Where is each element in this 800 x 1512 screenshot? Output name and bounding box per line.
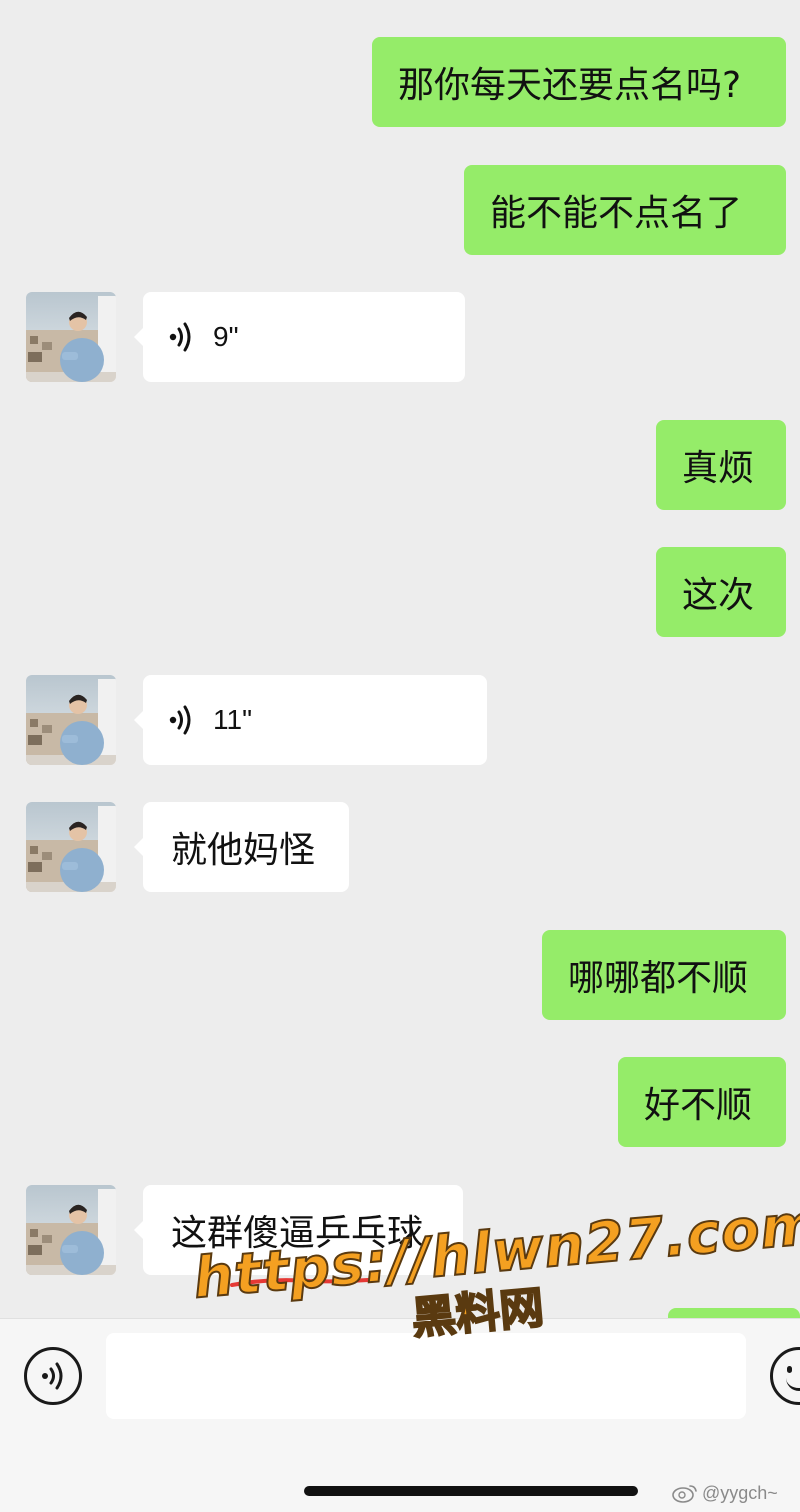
home-indicator[interactable]	[304, 1486, 638, 1496]
voice-message-icon	[167, 700, 201, 740]
message-bubble-outgoing[interactable]: 好不顺	[618, 1057, 786, 1147]
message-bubble-outgoing-partial[interactable]	[668, 1308, 800, 1318]
voice-mode-icon[interactable]	[24, 1347, 82, 1405]
message-bubble-outgoing[interactable]: 哪哪都不顺	[542, 930, 786, 1020]
message-text: 能不能不点名了	[490, 193, 743, 234]
contact-avatar[interactable]	[26, 802, 116, 892]
message-bubble-outgoing[interactable]: 能不能不点名了	[464, 165, 786, 255]
contact-avatar[interactable]	[26, 675, 116, 765]
contact-avatar[interactable]	[26, 1185, 116, 1275]
message-bubble-outgoing[interactable]: 这次	[656, 547, 786, 637]
message-bubble-outgoing[interactable]: 那你每天还要点名吗?	[372, 37, 786, 127]
voice-message-bubble[interactable]: 11"	[143, 675, 487, 765]
voice-message-bubble[interactable]: 9"	[143, 292, 465, 382]
message-text: 这次	[682, 575, 755, 616]
message-text: 真烦	[682, 448, 755, 489]
red-underline-mark	[230, 1278, 370, 1287]
weibo-credit: @yygch~	[672, 1480, 778, 1506]
message-input[interactable]	[106, 1333, 746, 1419]
weibo-icon	[672, 1485, 697, 1503]
contact-avatar[interactable]	[26, 292, 116, 382]
voice-message-icon	[167, 317, 201, 357]
chat-message-list[interactable]: 那你每天还要点名吗? 能不能不点名了 9" 真烦 这次 11" 就他妈怪 哪哪都…	[0, 0, 800, 1318]
message-text: 哪哪都不顺	[568, 958, 749, 999]
message-bubble-incoming[interactable]: 就他妈怪	[143, 802, 349, 892]
message-text: 这群傻逼乒乓球	[171, 1213, 424, 1254]
message-bubble-outgoing[interactable]: 真烦	[656, 420, 786, 510]
voice-duration: 11"	[213, 704, 253, 735]
voice-duration: 9"	[213, 321, 239, 352]
message-text: 那你每天还要点名吗?	[398, 65, 742, 106]
message-text: 好不顺	[644, 1085, 753, 1126]
credit-handle: @yygch~	[702, 1482, 778, 1503]
message-bubble-incoming[interactable]: 这群傻逼乒乓球	[143, 1185, 463, 1275]
message-text: 就他妈怪	[171, 830, 316, 871]
